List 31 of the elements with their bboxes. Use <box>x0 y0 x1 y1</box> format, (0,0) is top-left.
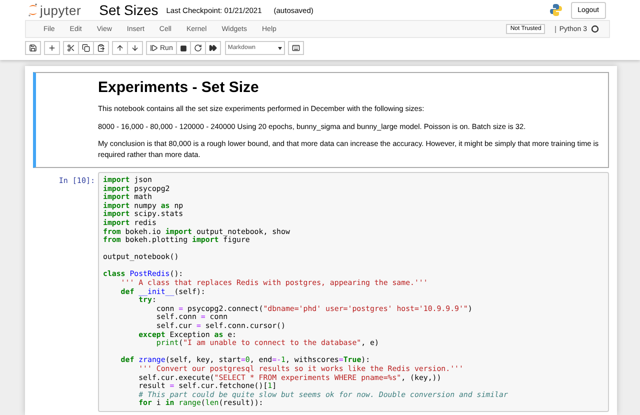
caret-icon <box>278 46 282 50</box>
stop-button[interactable] <box>176 41 191 55</box>
restart-button[interactable] <box>190 41 206 55</box>
notebook-title[interactable]: Set Sizes <box>99 2 158 18</box>
step-forward-icon <box>150 44 158 52</box>
copy-icon <box>82 44 90 52</box>
logo-text: jupyter <box>40 2 82 18</box>
save-icon <box>29 44 37 52</box>
save-button[interactable] <box>25 41 41 55</box>
keyboard-button[interactable] <box>288 41 304 55</box>
fast-forward-icon <box>208 44 217 52</box>
markdown-cell[interactable] <box>33 72 609 168</box>
insert-cell-button[interactable] <box>44 41 60 55</box>
cut-button[interactable] <box>63 41 79 55</box>
arrow-up-icon <box>116 44 124 52</box>
arrow-down-icon <box>131 44 139 52</box>
paste-icon <box>97 44 105 52</box>
run-all-button[interactable] <box>204 41 221 55</box>
paste-button[interactable] <box>93 41 109 55</box>
cell-heading: Experiments - Set Size <box>98 79 260 96</box>
keyboard-icon <box>292 44 300 52</box>
scissors-icon <box>67 44 75 52</box>
move-up-button[interactable] <box>112 41 128 55</box>
logo-icon <box>28 3 38 17</box>
code-editor[interactable] <box>98 172 609 412</box>
restart-icon <box>194 44 202 52</box>
copy-button[interactable] <box>78 41 94 55</box>
move-down-button[interactable] <box>127 41 143 55</box>
stop-icon <box>180 44 187 52</box>
python-logo-icon <box>548 3 563 17</box>
plus-icon <box>48 44 56 52</box>
